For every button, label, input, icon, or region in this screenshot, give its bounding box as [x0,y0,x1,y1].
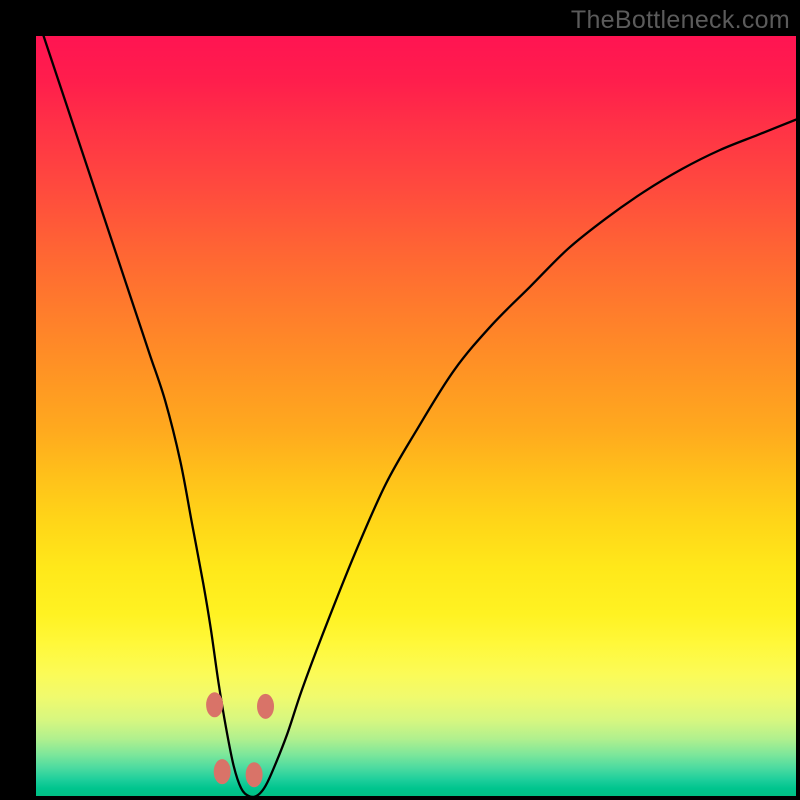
chart-frame: TheBottleneck.com [0,0,800,800]
bottleneck-curve [44,36,796,796]
marker-dot [214,759,231,784]
marker-group [206,692,274,787]
marker-dot [246,762,263,787]
chart-svg [36,36,796,796]
watermark-text: TheBottleneck.com [571,6,790,35]
marker-dot [206,692,223,717]
marker-dot [257,694,274,719]
chart-plot-area [36,36,796,796]
